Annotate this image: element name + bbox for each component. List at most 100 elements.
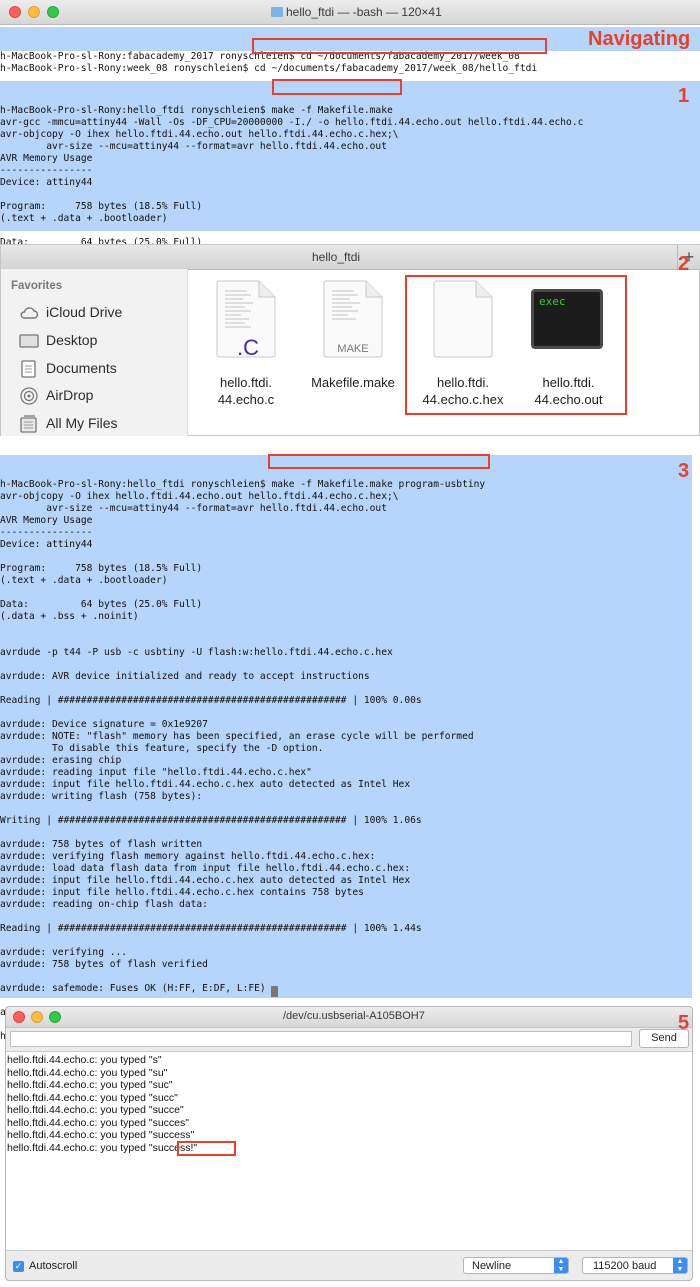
all-files-icon	[20, 415, 37, 433]
file-item-makefile[interactable]: MAKE Makefile.make	[303, 279, 403, 419]
serial-output-line: hello.ftdi.44.echo.c: you typed "success…	[7, 1129, 195, 1141]
sidebar-item-label: Documents	[46, 360, 117, 376]
chevron-updown-icon: ▲ ▼	[673, 1258, 687, 1273]
terminal-line: To disable this feature, specify the -D …	[0, 743, 324, 754]
terminal-line: Program: 758 bytes (18.5% Full)	[0, 201, 203, 212]
serial-titlebar: /dev/cu.usbserial-A105BOH7	[6, 1007, 692, 1028]
terminal-line: ----------------	[0, 527, 93, 538]
navigating-label: Navigating	[588, 28, 691, 50]
terminal-line: avrdude: verifying ...	[0, 947, 128, 958]
finder-sidebar: Favorites iCloud Drive Desktop Documents…	[1, 269, 188, 436]
terminal-title: hello_ftdi — -bash — 120×41	[286, 5, 442, 19]
file-item-hello-c[interactable]: .C hello.ftdi. 44.echo.c	[201, 279, 291, 419]
sidebar-item-documents[interactable]: Documents	[19, 359, 179, 379]
step-3-label: 3	[678, 460, 690, 482]
terminal-line: h-MacBook-Pro-sl-Rony:hello_ftdi ronysch…	[0, 105, 393, 116]
documents-icon	[21, 360, 36, 378]
terminal-line: AVR Memory Usage	[0, 153, 93, 164]
serial-title: /dev/cu.usbserial-A105BOH7	[283, 1010, 425, 1022]
terminal-line: avr-size --mcu=attiny44 --format=avr hel…	[0, 141, 387, 152]
sidebar-heading: Favorites	[11, 280, 63, 292]
terminal-line: Data: 64 bytes (25.0% Full)	[0, 599, 203, 610]
baud-value: 115200 baud	[593, 1260, 657, 1272]
program-command-highlight	[268, 454, 490, 469]
file-name-line1: hello.ftdi.	[219, 375, 273, 390]
step-1-label: 1	[678, 85, 690, 107]
zoom-button[interactable]	[49, 1011, 61, 1023]
terminal-line: Device: attiny44	[0, 177, 93, 188]
close-button[interactable]	[9, 6, 21, 18]
terminal-line: avrdude: erasing chip	[0, 755, 122, 766]
sidebar-item-all-my-files[interactable]: All My Files	[19, 414, 179, 434]
make-output-block: h-MacBook-Pro-sl-Rony:hello_ftdi ronysch…	[0, 81, 700, 260]
autoscroll-label: Autoscroll	[29, 1260, 78, 1272]
cursor	[271, 986, 278, 997]
serial-output-line: hello.ftdi.44.echo.c: you typed "success…	[7, 1141, 198, 1154]
serial-input[interactable]	[10, 1031, 632, 1047]
autoscroll-checkbox[interactable]: ✓	[13, 1261, 24, 1272]
terminal-line: (.data + .bss + .noinit)	[0, 611, 139, 622]
serial-monitor-window: /dev/cu.usbserial-A105BOH7 Send hello.ft…	[5, 1006, 693, 1281]
terminal-line: avrdude: input file hello.ftdi.44.echo.c…	[0, 875, 411, 886]
terminal-titlebar: hello_ftdi — -bash — 120×41	[0, 0, 700, 25]
step-2-label: 2	[678, 253, 690, 275]
step-5-label: 5	[678, 1012, 690, 1034]
terminal-line: Device: attiny44	[0, 539, 93, 550]
terminal-line: avrdude: input file hello.ftdi.44.echo.c…	[0, 887, 364, 898]
file-badge: MAKE	[337, 343, 369, 355]
make-command-highlight	[272, 79, 402, 95]
program-output-block: h-MacBook-Pro-sl-Rony:hello_ftdi ronysch…	[0, 455, 692, 1042]
serial-output: hello.ftdi.44.echo.c: you typed "s" hello…	[6, 1051, 692, 1251]
finder-window: hello_ftdi + Favorites iCloud Drive Desk…	[0, 244, 700, 436]
terminal-line: avrdude: 758 bytes of flash verified	[0, 959, 208, 970]
terminal-line: avrdude -p t44 -P usb -c usbtiny -U flas…	[0, 647, 393, 658]
line-ending-select[interactable]: Newline ▲ ▼	[463, 1257, 569, 1274]
terminal-line: avrdude: 758 bytes of flash written	[0, 839, 203, 850]
close-button[interactable]	[13, 1011, 25, 1023]
line-ending-value: Newline	[472, 1260, 512, 1272]
file-name-line1: Makefile.make	[311, 375, 395, 390]
serial-output-line: hello.ftdi.44.echo.c: you typed "suc"	[7, 1079, 173, 1091]
serial-output-line: hello.ftdi.44.echo.c: you typed "su"	[7, 1066, 168, 1079]
terminal-line: avr-size --mcu=attiny44 --format=avr hel…	[0, 503, 387, 514]
sidebar-item-icloud[interactable]: iCloud Drive	[19, 303, 179, 323]
terminal-line: h-MacBook-Pro-sl-Rony:week_08 ronyschlei…	[0, 63, 538, 74]
success-highlight	[177, 1141, 236, 1156]
finder-titlebar: hello_ftdi +	[1, 245, 700, 270]
serial-output-line: hello.ftdi.44.echo.c: you typed "s"	[7, 1054, 162, 1066]
terminal-line: avrdude: AVR device initialized and read…	[0, 671, 370, 682]
sidebar-item-airdrop[interactable]: AirDrop	[19, 386, 179, 406]
finder-title: hello_ftdi	[312, 250, 361, 264]
terminal-line: avrdude: load data flash data from input…	[0, 863, 411, 874]
zoom-button[interactable]	[47, 6, 59, 18]
minimize-button[interactable]	[31, 1011, 43, 1023]
folder-icon	[271, 7, 283, 17]
terminal-line: Program: 758 bytes (18.5% Full)	[0, 563, 203, 574]
minimize-button[interactable]	[28, 6, 40, 18]
terminal-line: (.text + .data + .bootloader)	[0, 213, 168, 224]
sidebar-item-label: All My Files	[46, 415, 118, 431]
serial-output-line: hello.ftdi.44.echo.c: you typed "succe"	[7, 1104, 184, 1116]
sidebar-item-label: Desktop	[46, 332, 98, 348]
airdrop-icon	[20, 387, 38, 405]
terminal-line: avrdude: verifying flash memory against …	[0, 851, 376, 862]
terminal-line: avr-objcopy -O ihex hello.ftdi.44.echo.o…	[0, 129, 399, 140]
terminal-line: Writing | ##############################…	[0, 815, 422, 826]
terminal-line: h-MacBook-Pro-sl-Rony:hello_ftdi ronysch…	[0, 479, 486, 490]
sidebar-item-desktop[interactable]: Desktop	[19, 331, 179, 351]
output-files-highlight	[405, 275, 627, 415]
terminal-line: ----------------	[0, 165, 93, 176]
baud-select[interactable]: 115200 baud ▲ ▼	[582, 1257, 688, 1274]
terminal-line: (.text + .data + .bootloader)	[0, 575, 168, 586]
